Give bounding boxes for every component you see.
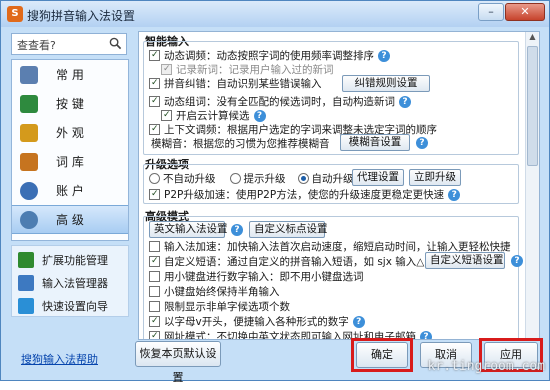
custom-phrase-row: 自定义短语：通过自定义的拼音输入短语，如 sjx 输入△ — [149, 254, 424, 269]
prompt-upgrade-radio[interactable] — [229, 173, 241, 184]
info-icon[interactable]: ? — [448, 188, 461, 201]
v-mode-checkbox[interactable] — [149, 316, 160, 327]
no-auto-upgrade-radio[interactable] — [149, 173, 160, 184]
info-icon[interactable]: ? — [231, 224, 243, 236]
watermark: kr.tingroom.com — [427, 359, 545, 374]
info-icon[interactable]: ? — [420, 330, 432, 339]
fuzzy-settings-button[interactable]: 模糊音设置 — [340, 134, 410, 151]
remember-new-checkbox[interactable] — [161, 64, 172, 75]
close-button[interactable]: ✕ — [505, 3, 545, 21]
context-adjust-checkbox[interactable] — [149, 124, 160, 135]
dynamic-compose-checkbox[interactable] — [149, 96, 160, 107]
info-icon[interactable]: ? — [399, 95, 411, 108]
remember-new-row: 记录新词：记录用户输入过的新词 — [161, 62, 334, 77]
wrench-icon — [20, 65, 38, 84]
gear-icon — [20, 210, 38, 229]
cloud-candidate-row: 开启云计算候选 ? — [161, 108, 266, 123]
info-icon[interactable]: ? — [378, 49, 390, 62]
scrollbar[interactable]: ▲ — [525, 32, 539, 339]
custom-punct-button[interactable]: 自定义标点设置 — [249, 221, 328, 238]
info-icon[interactable]: ? — [511, 255, 523, 267]
info-icon[interactable]: ? — [352, 315, 365, 328]
upgrade-now-button[interactable]: 立即升级 — [409, 169, 461, 186]
book-icon — [20, 152, 38, 171]
category-nav: 常 用 按 键 外 观 词 库 账 户 高 级 — [11, 59, 129, 241]
dynamic-freq-checkbox[interactable] — [149, 50, 160, 61]
fuzzy-row: 模糊音：根据您的习惯为您推荐模糊音 — [151, 138, 330, 150]
grid-icon — [18, 274, 34, 291]
custom-phrase-checkbox[interactable] — [149, 256, 160, 267]
dynamic-compose-row: 动态组词：没有全匹配的候选词时，自动构造新词 ? — [149, 94, 411, 109]
nav-item-dictionary[interactable]: 词 库 — [12, 147, 128, 176]
restore-defaults-button[interactable]: 恢复本页默认设置 — [135, 341, 221, 384]
numpad-row: 用小键盘进行数字输入：即不用小键盘选词 — [149, 269, 364, 284]
puzzle-icon — [18, 251, 34, 268]
tool-extension-manager[interactable]: 扩展功能管理 — [12, 248, 128, 271]
pinyin-correct-row: 拼音纠错：自动识别某些错误输入 — [149, 76, 322, 91]
search-input[interactable]: 查查看? — [11, 33, 127, 55]
tools-list: 扩展功能管理 输入法管理器 快速设置向导 — [11, 245, 129, 317]
auto-upgrade-radio[interactable] — [297, 173, 309, 184]
numpad-half-row: 小键盘始终保持半角输入 — [149, 284, 280, 299]
numpad-checkbox[interactable] — [149, 271, 160, 282]
search-icon[interactable] — [109, 37, 122, 50]
nav-item-appearance[interactable]: 外 观 — [12, 118, 128, 147]
scroll-up-icon[interactable]: ▲ — [526, 32, 539, 45]
sidebar: 查查看? 常 用 按 键 外 观 词 库 账 户 高 级 扩展功能管理 输入法管… — [11, 33, 129, 378]
minimize-button[interactable]: – — [478, 3, 504, 21]
pinyin-correct-checkbox[interactable] — [149, 78, 160, 89]
info-icon[interactable]: ? — [253, 109, 266, 122]
proxy-settings-button[interactable]: 代理设置 — [352, 169, 404, 186]
ok-highlight — [351, 338, 413, 372]
nav-item-advanced[interactable]: 高 级 — [12, 205, 128, 234]
brush-icon — [20, 123, 38, 142]
limit-candidates-checkbox[interactable] — [149, 301, 160, 312]
wand-icon — [18, 297, 34, 314]
upgrade-options-row: 不自动升级 提示升级 自动升级 — [149, 171, 354, 186]
window-title: 搜狗拼音输入法设置 — [27, 9, 136, 23]
p2p-row: P2P升级加速：使用P2P方法，使您的升级速度更稳定更快速 ? — [149, 187, 461, 202]
nav-item-account[interactable]: 账 户 — [12, 176, 128, 205]
p2p-checkbox[interactable] — [149, 189, 160, 200]
input-accel-checkbox[interactable] — [149, 241, 160, 252]
limit-candidates-row: 限制显示非单字候选项个数 — [149, 299, 290, 314]
user-icon — [20, 181, 38, 200]
settings-window: S 搜狗拼音输入法设置 – ✕ 查查看? 常 用 按 键 外 观 词 库 账 户… — [0, 0, 550, 384]
tool-ime-manager[interactable]: 输入法管理器 — [12, 271, 128, 294]
nav-item-keys[interactable]: 按 键 — [12, 89, 128, 118]
settings-panel: 智能输入 动态调频：动态按照字词的使用频率调整排序 ? 记录新词：记录用户输入过… — [138, 31, 540, 340]
nav-item-common[interactable]: 常 用 — [12, 60, 128, 89]
dynamic-freq-row: 动态调频：动态按照字词的使用频率调整排序 ? — [149, 48, 390, 63]
cloud-candidate-checkbox[interactable] — [161, 110, 172, 121]
title-bar: S 搜狗拼音输入法设置 – ✕ — [1, 1, 549, 27]
v-mode-row: 以字母v开头，便捷输入各种形式的数字 ? — [149, 314, 365, 329]
search-placeholder: 查查看? — [17, 39, 56, 52]
scroll-thumb[interactable] — [527, 46, 538, 166]
sogou-logo-icon: S — [7, 6, 23, 22]
correct-rule-button[interactable]: 纠错规则设置 — [342, 75, 430, 92]
english-settings-button[interactable]: 英文输入法设置 — [149, 221, 228, 238]
keyboard-icon — [20, 94, 38, 113]
numpad-half-checkbox[interactable] — [149, 286, 160, 297]
tool-setup-wizard[interactable]: 快速设置向导 — [12, 294, 128, 317]
custom-phrase-button[interactable]: 自定义短语设置 — [425, 252, 505, 269]
url-mode-checkbox[interactable] — [149, 331, 160, 339]
help-link[interactable]: 搜狗输入法帮助 — [21, 351, 98, 367]
info-icon[interactable]: ? — [416, 137, 428, 149]
